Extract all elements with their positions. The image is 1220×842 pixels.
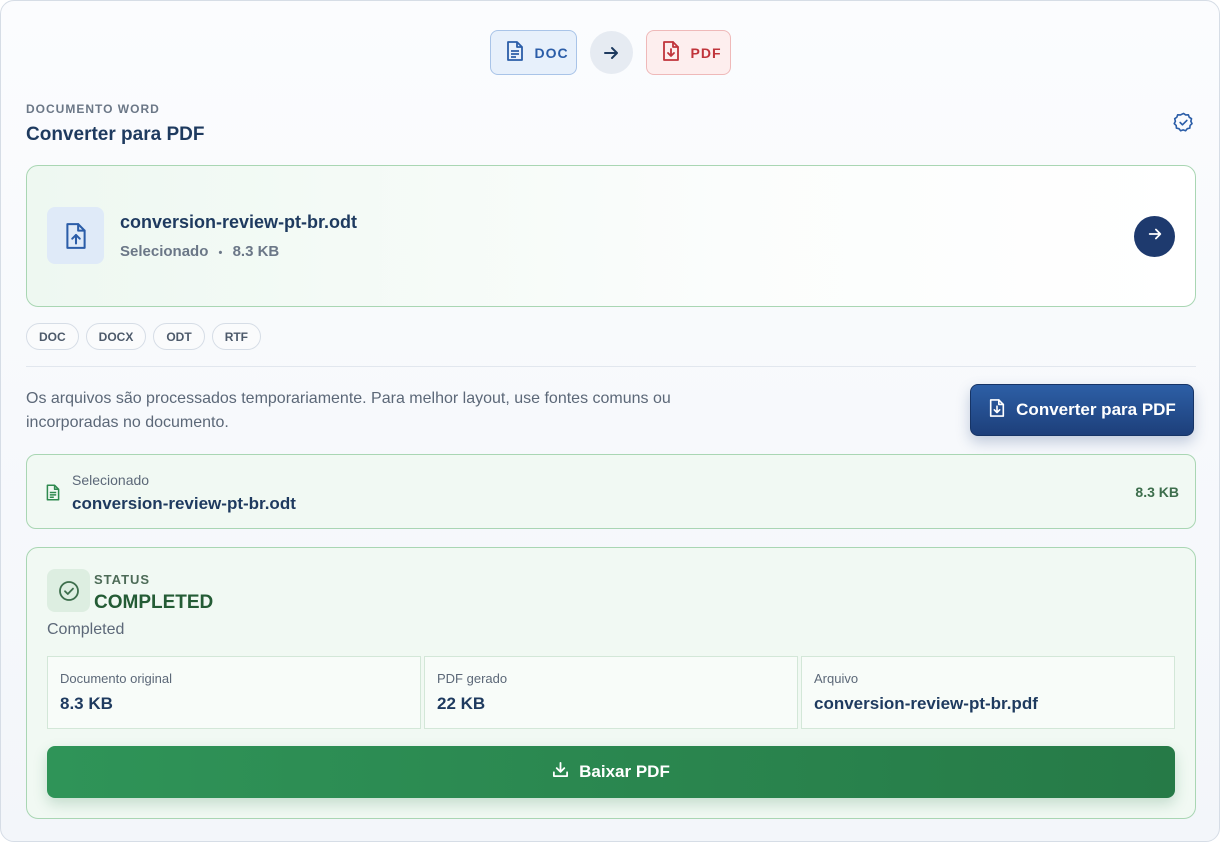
stat-label: PDF gerado — [437, 671, 508, 686]
format-chip: DOC — [26, 323, 79, 350]
download-button-label: Baixar PDF — [579, 762, 670, 781]
file-meta: Selecionado • 8.3 KB — [120, 243, 279, 260]
status-value: COMPLETED — [94, 592, 214, 613]
source-format-label: DOC — [534, 44, 569, 61]
verified-badge-icon — [1173, 112, 1194, 138]
selected-file-name: conversion-review-pt-br.odt — [72, 494, 296, 513]
target-format-label: PDF — [690, 44, 722, 61]
stat-label: Documento original — [60, 671, 173, 686]
stat-value: 22 KB — [437, 694, 486, 713]
status-panel: STATUS COMPLETED Completed Documento ori… — [26, 547, 1196, 819]
file-upload-icon — [47, 207, 104, 264]
stat-output-file: Arquivo conversion-review-pt-br.pdf — [801, 656, 1175, 729]
convert-button-label: Converter para PDF — [1016, 400, 1176, 419]
converter-card: DOC PDF DOCUMENTO WORD Converter para PD… — [0, 0, 1220, 842]
meta-separator: • — [218, 247, 223, 259]
selected-label: Selecionado — [72, 472, 150, 488]
file-name: conversion-review-pt-br.odt — [120, 212, 358, 232]
section-divider — [26, 366, 1196, 367]
document-icon — [505, 40, 525, 65]
status-description: Completed — [47, 621, 125, 638]
format-chip: DOCX — [85, 323, 147, 350]
file-dropzone[interactable]: conversion-review-pt-br.odt Selecionado … — [26, 165, 1196, 307]
result-stats: Documento original 8.3 KB PDF gerado 22 … — [47, 656, 1175, 729]
file-state: Selecionado — [120, 243, 209, 260]
stat-original-size: Documento original 8.3 KB — [47, 656, 421, 729]
check-circle-icon — [47, 569, 90, 612]
arrow-right-icon — [1147, 226, 1163, 247]
stat-value: 8.3 KB — [60, 694, 113, 713]
supported-formats: DOC DOCX ODT RTF — [26, 323, 262, 350]
arrow-right-icon — [589, 31, 633, 74]
section-eyebrow: DOCUMENTO WORD — [26, 102, 160, 116]
page-title: Converter para PDF — [26, 124, 205, 145]
format-chip: RTF — [211, 323, 262, 350]
selected-file-panel: Selecionado conversion-review-pt-br.odt … — [26, 454, 1196, 529]
format-chip: ODT — [153, 323, 205, 350]
selected-file-size: 8.3 KB — [1135, 484, 1179, 500]
pdf-download-icon — [661, 40, 681, 65]
status-label: STATUS — [94, 572, 151, 587]
conversion-strip: DOC PDF — [1, 30, 1219, 75]
file-download-icon — [988, 398, 1006, 423]
document-icon — [45, 483, 61, 507]
stat-value: conversion-review-pt-br.pdf — [814, 694, 1038, 713]
convert-to-pdf-button[interactable]: Converter para PDF — [970, 384, 1194, 436]
target-format-badge: PDF — [645, 30, 731, 75]
download-icon — [552, 761, 569, 783]
source-format-badge: DOC — [489, 30, 577, 75]
stat-label: Arquivo — [814, 671, 859, 686]
proceed-button[interactable] — [1134, 216, 1175, 257]
stat-generated-size: PDF gerado 22 KB — [424, 656, 798, 729]
processing-note: Os arquivos são processados temporariame… — [26, 390, 671, 431]
download-pdf-button[interactable]: Baixar PDF — [47, 746, 1175, 798]
file-size: 8.3 KB — [232, 243, 280, 260]
